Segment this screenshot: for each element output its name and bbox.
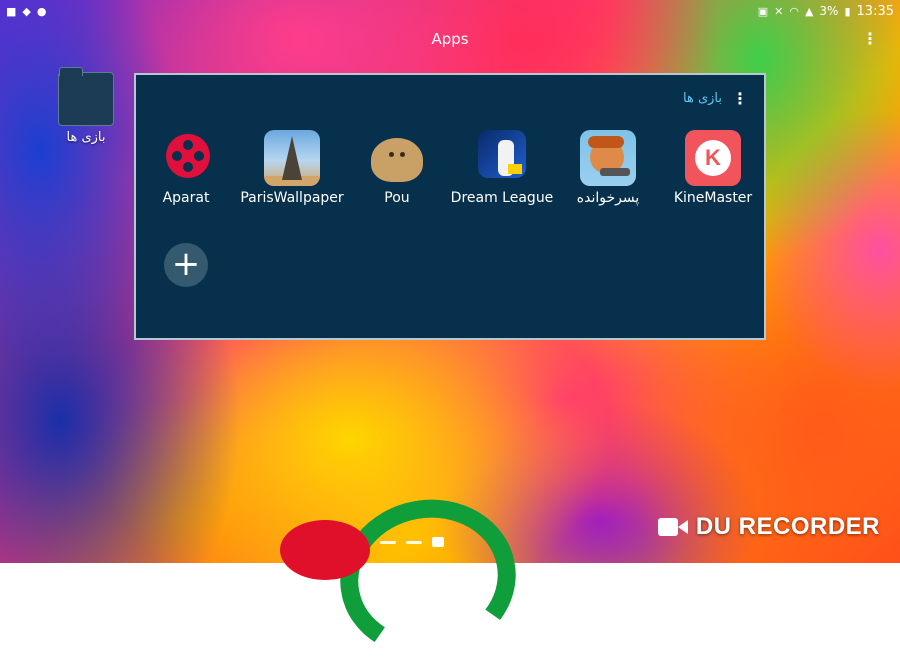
page-indicator [380, 537, 444, 547]
app-pou[interactable]: Pou [342, 130, 452, 207]
app-label: Pou [384, 190, 410, 206]
app-label: KineMaster [673, 190, 753, 206]
chat-icon: ● [36, 4, 47, 18]
signal-icon: ▲ [804, 4, 814, 18]
recorder-watermark: DU RECORDER [657, 513, 880, 541]
hat-icon: ◆ [22, 4, 31, 18]
clock: 13:35 [856, 3, 894, 19]
battery-icon: ▮ [844, 4, 851, 18]
app-dream-league[interactable]: Dream League [447, 130, 557, 207]
home-page-icon [432, 537, 444, 547]
video-call-icon: ■ [6, 4, 17, 18]
folder-icon [58, 67, 114, 126]
wifi-icon: ◠ [789, 4, 799, 18]
dream-league-icon [478, 130, 526, 178]
mute-icon: ✕ [774, 4, 784, 18]
app-aparat[interactable]: Aparat [131, 130, 241, 207]
app-pesarkhande[interactable]: پسرخوانده [553, 130, 663, 207]
pou-icon [369, 130, 425, 186]
page-dot [380, 540, 396, 544]
app-label: پسرخوانده [576, 190, 640, 206]
battery-percent: 3% [819, 4, 839, 18]
app-label: Dream League [450, 190, 554, 206]
watermark-text: DU RECORDER [695, 513, 880, 540]
page-dot [406, 540, 422, 544]
status-system: ▣ ✕ ◠ ▲ 3% ▮ 13:35 [758, 4, 894, 19]
kinemaster-icon: K [685, 130, 741, 186]
pesarkhande-icon [580, 130, 636, 186]
status-bar: ■ ◆ ● ▣ ✕ ◠ ▲ 3% ▮ 13:35 [0, 0, 900, 22]
aparat-icon [158, 130, 214, 186]
apps-title: Apps [431, 30, 469, 48]
status-notifications: ■ ◆ ● [6, 6, 46, 17]
paris-wallpaper-icon [264, 130, 320, 186]
camera-icon [657, 516, 688, 538]
folder-menu-icon[interactable]: ⋮ [732, 89, 748, 108]
folder-title[interactable]: بازی ها [683, 91, 722, 106]
app-label: Aparat [162, 190, 210, 206]
desktop-folder-label: بازی ها [66, 130, 106, 145]
more-options-icon[interactable]: ⋮ [862, 29, 878, 48]
app-label: ParisWallpaper [240, 190, 344, 206]
wallpaper-splash [280, 520, 370, 580]
app-kinemaster[interactable]: K KineMaster [658, 130, 768, 207]
app-pariswallpaper[interactable]: ParisWallpaper [237, 130, 347, 207]
screen-cast-icon: ▣ [757, 4, 769, 18]
desktop-folder[interactable]: بازی ها [58, 67, 114, 145]
add-app-button[interactable]: + [164, 243, 208, 287]
